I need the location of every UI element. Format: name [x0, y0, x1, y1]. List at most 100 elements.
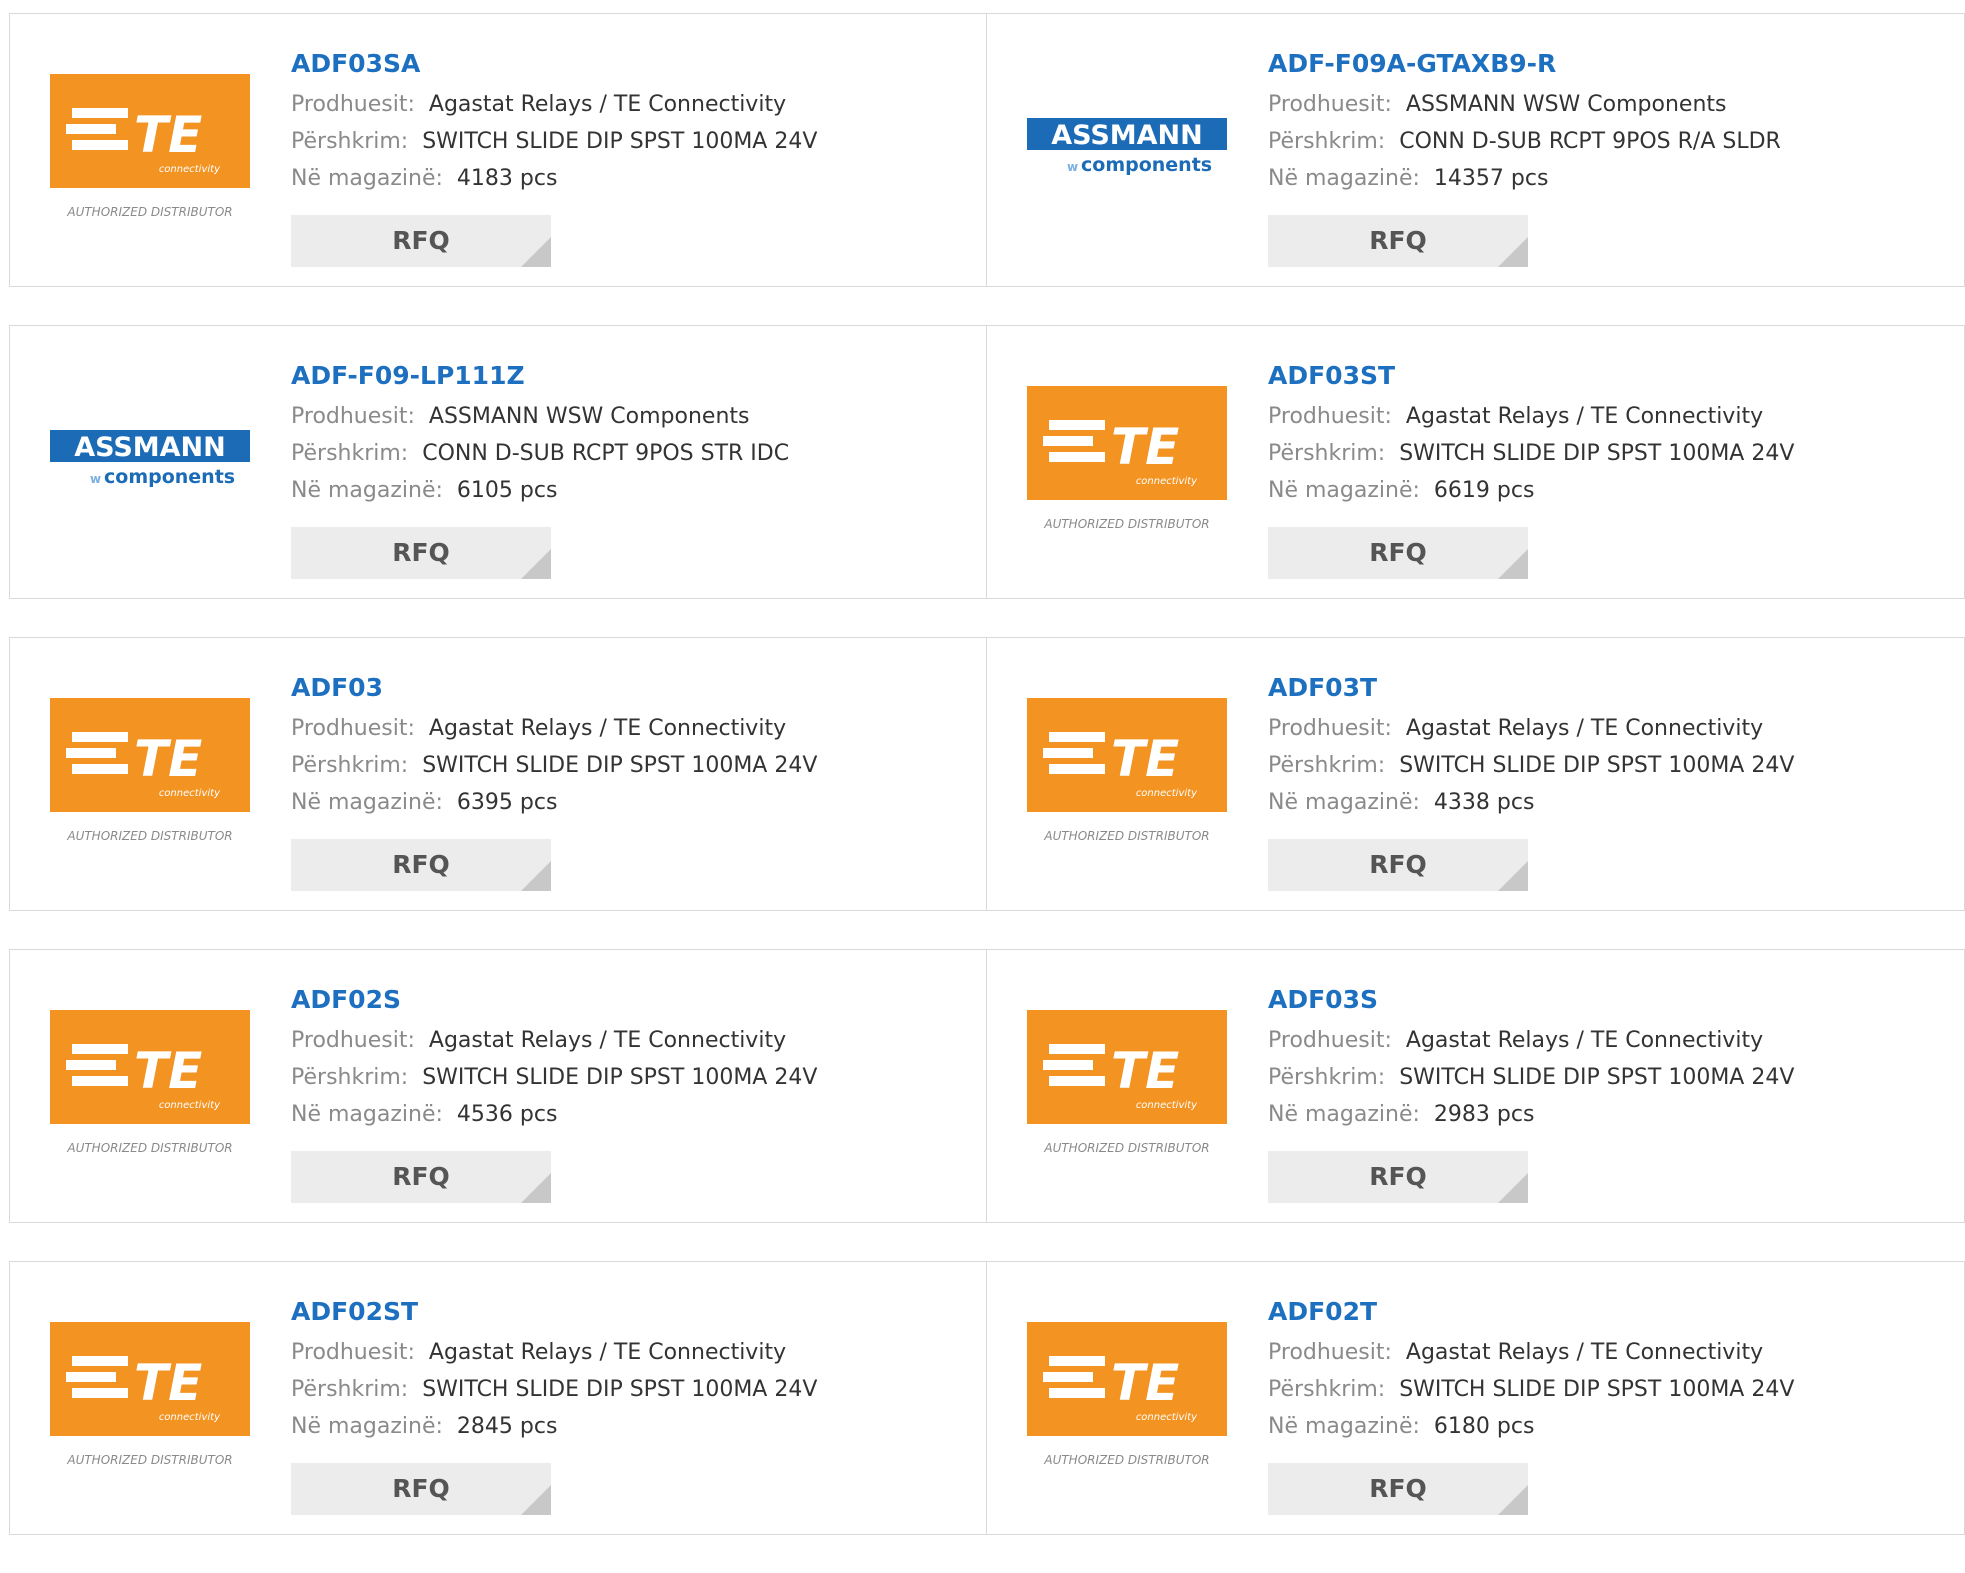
- rfq-button[interactable]: RFQ: [1268, 839, 1528, 891]
- description-value: SWITCH SLIDE DIP SPST 100MA 24V: [422, 129, 818, 154]
- product-card: ASSMANN w components ADF-F09A-GTAXB9-R P…: [987, 13, 1965, 287]
- te-logo-mark: TE: [134, 1354, 202, 1412]
- part-number-link[interactable]: ADF03S: [1268, 981, 1794, 1019]
- rfq-button[interactable]: RFQ: [1268, 1463, 1528, 1515]
- te-logo-mark: TE: [1111, 730, 1179, 788]
- product-info: ADF02S Prodhuesit: Agastat Relays / TE Co…: [291, 981, 817, 1133]
- corner-triangle-icon: [1498, 237, 1528, 267]
- stock-label: Në magazinë:: [291, 1414, 443, 1439]
- assmann-logo-sub: components: [1081, 154, 1212, 176]
- description-line: Përshkrim: SWITCH SLIDE DIP SPST 100MA 24…: [1268, 435, 1794, 472]
- te-logo-stripe: [1043, 1060, 1093, 1070]
- corner-triangle-icon: [1498, 1485, 1528, 1515]
- te-logo-box: TE connectivity AUTHORIZED DISTRIBUTOR: [50, 1010, 250, 1170]
- rfq-button[interactable]: RFQ: [1268, 215, 1528, 267]
- te-logo-sub: connectivity: [1136, 476, 1198, 487]
- te-logo-box: TE connectivity AUTHORIZED DISTRIBUTOR: [1027, 1010, 1227, 1170]
- te-logo-caption: AUTHORIZED DISTRIBUTOR: [66, 1141, 232, 1155]
- product-info: ADF03ST Prodhuesit: Agastat Relays / TE C…: [1268, 357, 1794, 509]
- manufacturer-line: Prodhuesit: Agastat Relays / TE Connectiv…: [1268, 1334, 1794, 1371]
- te-logo-stripe: [1049, 1388, 1105, 1398]
- part-number-link[interactable]: ADF03ST: [1268, 357, 1794, 395]
- corner-triangle-icon: [521, 1173, 551, 1203]
- product-row: ASSMANN w components ADF-F09-LP111Z Prod…: [9, 325, 1965, 599]
- product-grid: TE connectivity AUTHORIZED DISTRIBUTOR A…: [9, 13, 1965, 1573]
- manufacturer-line: Prodhuesit: Agastat Relays / TE Connectiv…: [1268, 1022, 1794, 1059]
- manufacturer-value: Agastat Relays / TE Connectivity: [1405, 716, 1764, 741]
- rfq-button[interactable]: RFQ: [291, 1151, 551, 1203]
- manufacturer-line: Prodhuesit: Agastat Relays / TE Connectiv…: [291, 1022, 817, 1059]
- corner-triangle-icon: [521, 1485, 551, 1515]
- rfq-button-label: RFQ: [1369, 1474, 1427, 1503]
- description-label: Përshkrim:: [291, 753, 409, 778]
- rfq-button[interactable]: RFQ: [1268, 1151, 1528, 1203]
- rfq-button[interactable]: RFQ: [291, 1463, 551, 1515]
- product-row: TE connectivity AUTHORIZED DISTRIBUTOR A…: [9, 949, 1965, 1223]
- te-logo-stripe: [72, 108, 128, 118]
- part-number-link[interactable]: ADF03: [291, 669, 817, 707]
- te-logo-mark: TE: [1111, 1042, 1179, 1100]
- description-label: Përshkrim:: [291, 129, 409, 154]
- product-info: ADF03 Prodhuesit: Agastat Relays / TE Con…: [291, 669, 817, 821]
- te-logo-mark: TE: [1111, 418, 1179, 476]
- product-card: ASSMANN w components ADF-F09-LP111Z Prod…: [9, 325, 987, 599]
- stock-value: 6180 pcs: [1433, 1414, 1535, 1439]
- te-connectivity-logo: TE connectivity AUTHORIZED DISTRIBUTOR: [1027, 1322, 1227, 1467]
- product-info: ADF03SA Prodhuesit: Agastat Relays / TE C…: [291, 45, 817, 197]
- rfq-button[interactable]: RFQ: [291, 527, 551, 579]
- description-value: SWITCH SLIDE DIP SPST 100MA 24V: [1399, 753, 1795, 778]
- rfq-button[interactable]: RFQ: [291, 215, 551, 267]
- rfq-button[interactable]: RFQ: [1268, 527, 1528, 579]
- part-number-link[interactable]: ADF02T: [1268, 1293, 1794, 1331]
- rfq-button-label: RFQ: [392, 1474, 450, 1503]
- stock-label: Në magazinë:: [291, 166, 443, 191]
- description-line: Përshkrim: SWITCH SLIDE DIP SPST 100MA 24…: [1268, 1371, 1794, 1408]
- te-logo-caption: AUTHORIZED DISTRIBUTOR: [66, 829, 232, 843]
- manufacturer-line: Prodhuesit: ASSMANN WSW Components: [1268, 86, 1781, 123]
- stock-label: Në magazinë:: [1268, 790, 1420, 815]
- te-logo-stripe: [72, 1388, 128, 1398]
- manufacturer-value: Agastat Relays / TE Connectivity: [1405, 1340, 1764, 1365]
- te-logo-sub: connectivity: [159, 1100, 221, 1111]
- te-logo-stripe: [66, 1060, 116, 1070]
- rfq-button-label: RFQ: [392, 850, 450, 879]
- description-line: Përshkrim: CONN D-SUB RCPT 9POS STR IDC: [291, 435, 789, 472]
- manufacturer-value: ASSMANN WSW Components: [428, 404, 750, 429]
- stock-line: Në magazinë: 2983 pcs: [1268, 1096, 1794, 1133]
- stock-line: Në magazinë: 6180 pcs: [1268, 1408, 1794, 1445]
- description-line: Përshkrim: CONN D-SUB RCPT 9POS R/A SLDR: [1268, 123, 1781, 160]
- description-line: Përshkrim: SWITCH SLIDE DIP SPST 100MA 24…: [1268, 1059, 1794, 1096]
- assmann-logo-prefix: w: [90, 472, 101, 486]
- manufacturer-label: Prodhuesit:: [291, 1028, 415, 1053]
- description-value: SWITCH SLIDE DIP SPST 100MA 24V: [422, 1377, 818, 1402]
- description-line: Përshkrim: SWITCH SLIDE DIP SPST 100MA 24…: [291, 1059, 817, 1096]
- part-number-link[interactable]: ADF-F09-LP111Z: [291, 357, 789, 395]
- rfq-button-label: RFQ: [392, 1162, 450, 1191]
- te-connectivity-logo: TE connectivity AUTHORIZED DISTRIBUTOR: [50, 1322, 250, 1467]
- product-card: TE connectivity AUTHORIZED DISTRIBUTOR A…: [987, 325, 1965, 599]
- te-logo-stripe: [72, 732, 128, 742]
- part-number-link[interactable]: ADF02ST: [291, 1293, 817, 1331]
- stock-label: Në magazinë:: [291, 1102, 443, 1127]
- rfq-button[interactable]: RFQ: [291, 839, 551, 891]
- manufacturer-line: Prodhuesit: Agastat Relays / TE Connectiv…: [1268, 398, 1794, 435]
- description-label: Përshkrim:: [291, 1377, 409, 1402]
- product-card: TE connectivity AUTHORIZED DISTRIBUTOR A…: [987, 637, 1965, 911]
- part-number-link[interactable]: ADF03T: [1268, 669, 1794, 707]
- description-value: CONN D-SUB RCPT 9POS STR IDC: [422, 441, 790, 466]
- manufacturer-value: Agastat Relays / TE Connectivity: [428, 716, 787, 741]
- te-logo-stripe: [1043, 1372, 1093, 1382]
- part-number-link[interactable]: ADF-F09A-GTAXB9-R: [1268, 45, 1781, 83]
- description-value: SWITCH SLIDE DIP SPST 100MA 24V: [1399, 441, 1795, 466]
- product-card: TE connectivity AUTHORIZED DISTRIBUTOR A…: [987, 949, 1965, 1223]
- part-number-link[interactable]: ADF03SA: [291, 45, 817, 83]
- description-line: Përshkrim: SWITCH SLIDE DIP SPST 100MA 24…: [291, 1371, 817, 1408]
- manufacturer-value: Agastat Relays / TE Connectivity: [428, 1028, 787, 1053]
- part-number-link[interactable]: ADF02S: [291, 981, 817, 1019]
- te-logo-sub: connectivity: [159, 1412, 221, 1423]
- te-logo-box: TE connectivity AUTHORIZED DISTRIBUTOR: [1027, 698, 1227, 858]
- corner-triangle-icon: [521, 549, 551, 579]
- stock-line: Në magazinë: 4183 pcs: [291, 160, 817, 197]
- te-logo-box: TE connectivity AUTHORIZED DISTRIBUTOR: [1027, 386, 1227, 546]
- rfq-button-label: RFQ: [1369, 226, 1427, 255]
